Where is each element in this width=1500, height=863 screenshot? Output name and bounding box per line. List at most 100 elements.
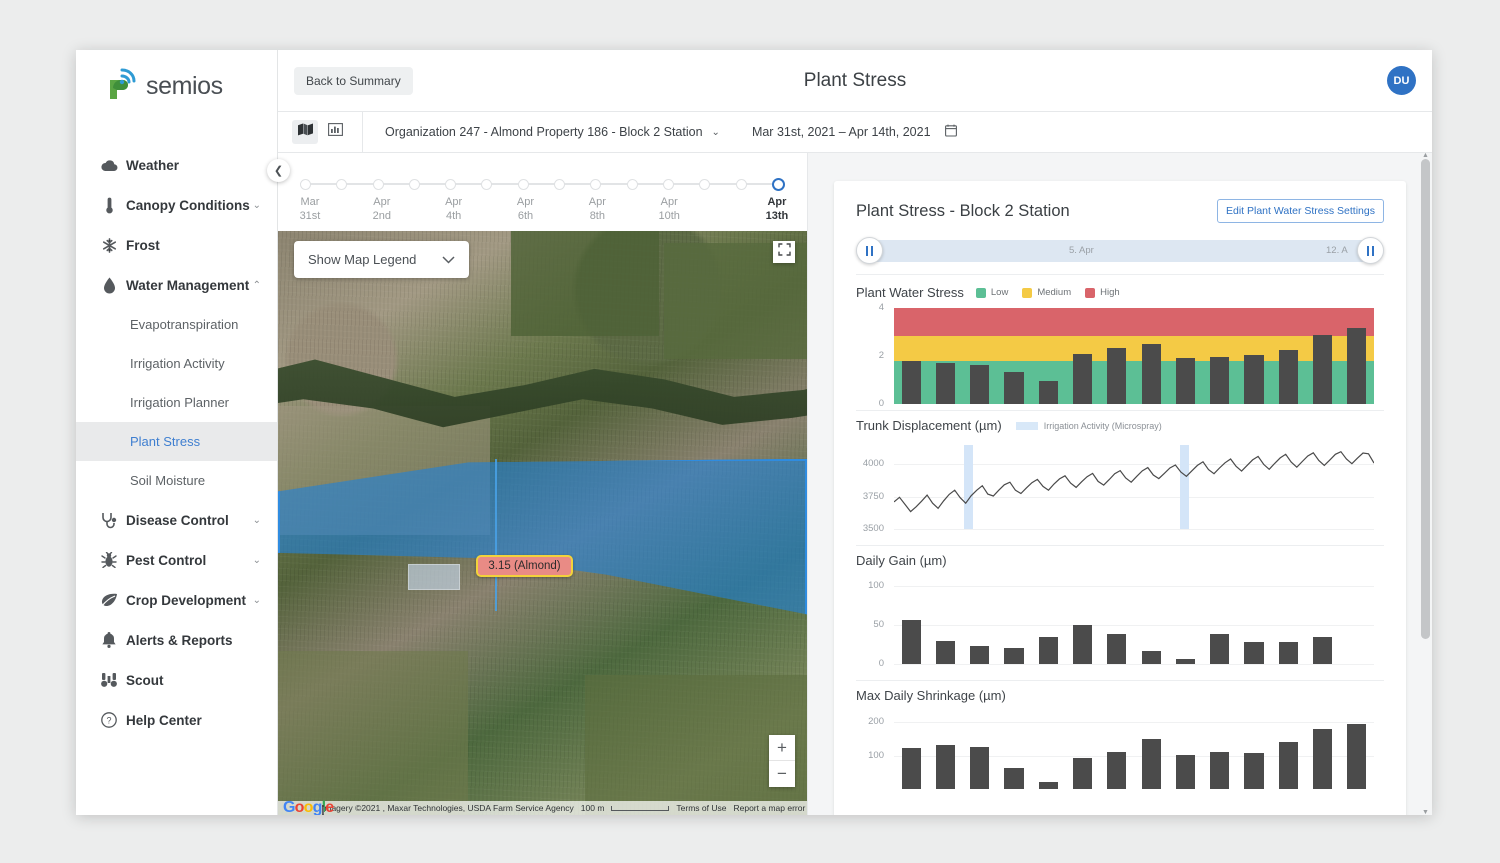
bar[interactable]	[1313, 729, 1332, 789]
timeline-dot[interactable]	[554, 179, 565, 190]
timeline-dot[interactable]	[663, 179, 674, 190]
back-to-summary-button[interactable]: Back to Summary	[294, 67, 413, 95]
chart-view-toggle[interactable]	[322, 120, 348, 144]
timeline-dot[interactable]	[300, 179, 311, 190]
bar[interactable]	[1142, 739, 1161, 789]
station-marker[interactable]: 3.15 (Almond)	[476, 555, 572, 577]
bar[interactable]	[1039, 381, 1058, 404]
bar[interactable]	[1073, 625, 1092, 664]
sidebar-item-help-center[interactable]: ? Help Center	[76, 700, 277, 740]
sidebar-item-water-management[interactable]: Water Management ⌃	[76, 265, 277, 305]
avatar[interactable]: DU	[1387, 66, 1416, 95]
brand-logo[interactable]: semios	[76, 50, 277, 123]
sidebar-item-alerts-reports[interactable]: Alerts & Reports	[76, 620, 277, 660]
sidebar-item-plant-stress[interactable]: Plant Stress	[76, 422, 277, 461]
bar[interactable]	[1210, 752, 1229, 789]
sidebar-item-crop-development[interactable]: Crop Development ⌄	[76, 580, 277, 620]
date-range-picker[interactable]: Mar 31st, 2021 – Apr 14th, 2021	[752, 124, 957, 140]
bar[interactable]	[970, 646, 989, 664]
scrollbar-thumb[interactable]	[1421, 159, 1430, 639]
timeline-dot[interactable]	[736, 179, 747, 190]
bar[interactable]	[1142, 344, 1161, 404]
zoom-in-button[interactable]: +	[769, 735, 795, 761]
bar[interactable]	[1107, 348, 1126, 404]
bar[interactable]	[936, 745, 955, 789]
legend-item-high[interactable]: High	[1085, 287, 1120, 298]
max-daily-shrinkage-chart[interactable]: 100200	[856, 709, 1384, 801]
bar[interactable]	[1279, 742, 1298, 789]
bar[interactable]	[1004, 648, 1023, 664]
bar[interactable]	[1210, 634, 1229, 664]
timeline-dot[interactable]	[481, 179, 492, 190]
bar[interactable]	[902, 748, 921, 789]
bar[interactable]	[970, 365, 989, 404]
timeline-dot[interactable]	[772, 178, 785, 191]
bar[interactable]	[1244, 753, 1263, 790]
bar[interactable]	[1313, 335, 1332, 404]
bar[interactable]	[936, 363, 955, 404]
sidebar-item-canopy-conditions[interactable]: Canopy Conditions ⌄	[76, 185, 277, 225]
bar[interactable]	[1347, 724, 1366, 789]
sidebar-item-disease-control[interactable]: Disease Control ⌄	[76, 500, 277, 540]
bar[interactable]	[1073, 758, 1092, 789]
sidebar-item-soil-moisture[interactable]: Soil Moisture	[76, 461, 277, 500]
sidebar-item-frost[interactable]: Frost	[76, 225, 277, 265]
timeline-dot[interactable]	[627, 179, 638, 190]
timeline-dot[interactable]	[445, 179, 456, 190]
bar[interactable]	[936, 641, 955, 664]
sidebar-item-evapotranspiration[interactable]: Evapotranspiration	[76, 305, 277, 344]
sidebar-item-pest-control[interactable]: Pest Control ⌄	[76, 540, 277, 580]
fullscreen-button[interactable]	[773, 241, 795, 263]
legend-item-medium[interactable]: Medium	[1022, 287, 1071, 298]
station-selector[interactable]: Organization 247 - Almond Property 186 -…	[385, 125, 720, 139]
collapse-panel-button[interactable]: ❮	[267, 159, 290, 182]
terms-of-use-link[interactable]: Terms of Use	[676, 803, 726, 813]
timeline-dot[interactable]	[409, 179, 420, 190]
panel-scrollbar[interactable]: ▲ ▼	[1421, 153, 1430, 815]
bar[interactable]	[1039, 637, 1058, 664]
bar[interactable]	[1313, 637, 1332, 664]
timeline-dot[interactable]	[373, 179, 384, 190]
zoom-out-button[interactable]: −	[769, 761, 795, 787]
sidebar-item-weather[interactable]: Weather	[76, 145, 277, 185]
plant-water-stress-chart[interactable]: 024	[856, 304, 1384, 410]
bar[interactable]	[1176, 755, 1195, 789]
bar[interactable]	[970, 747, 989, 789]
daily-gain-chart[interactable]: 050100	[856, 574, 1384, 680]
show-map-legend-dropdown[interactable]: Show Map Legend	[294, 241, 469, 278]
irrigation-legend[interactable]: Irrigation Activity (Microspray)	[1016, 421, 1162, 431]
bar[interactable]	[1004, 372, 1023, 404]
bar[interactable]	[1107, 634, 1126, 664]
edit-plant-water-stress-settings-button[interactable]: Edit Plant Water Stress Settings	[1217, 199, 1384, 223]
timeline-dot[interactable]	[518, 179, 529, 190]
range-slider-handle-left[interactable]	[856, 237, 883, 264]
bar[interactable]	[1279, 642, 1298, 664]
satellite-map[interactable]: 3.15 (Almond) Show Map Legend	[278, 231, 807, 815]
sidebar-item-scout[interactable]: Scout	[76, 660, 277, 700]
trunk-displacement-chart[interactable]: 350037504000	[856, 439, 1384, 545]
sidebar-item-irrigation-activity[interactable]: Irrigation Activity	[76, 344, 277, 383]
chart-range-slider[interactable]: 5. Apr 12. A	[856, 240, 1384, 262]
timeline-dot[interactable]	[590, 179, 601, 190]
bar[interactable]	[1176, 659, 1195, 664]
bar[interactable]	[1210, 357, 1229, 404]
bar[interactable]	[1107, 752, 1126, 790]
bar[interactable]	[1073, 354, 1092, 404]
bar[interactable]	[1176, 358, 1195, 404]
bar[interactable]	[902, 361, 921, 404]
range-slider-handle-right[interactable]	[1357, 237, 1384, 264]
scroll-down-arrow[interactable]: ▼	[1422, 809, 1429, 815]
bar[interactable]	[1347, 328, 1366, 404]
sidebar-item-irrigation-planner[interactable]: Irrigation Planner	[76, 383, 277, 422]
bar[interactable]	[1039, 782, 1058, 789]
bar[interactable]	[1244, 355, 1263, 404]
timeline-dot[interactable]	[699, 179, 710, 190]
timeline-dot[interactable]	[336, 179, 347, 190]
bar[interactable]	[902, 620, 921, 665]
report-map-error-link[interactable]: Report a map error	[733, 803, 805, 813]
bar[interactable]	[1004, 768, 1023, 789]
bar[interactable]	[1142, 651, 1161, 664]
legend-item-low[interactable]: Low	[976, 287, 1008, 298]
bar[interactable]	[1244, 642, 1263, 664]
map-view-toggle[interactable]	[292, 120, 318, 144]
